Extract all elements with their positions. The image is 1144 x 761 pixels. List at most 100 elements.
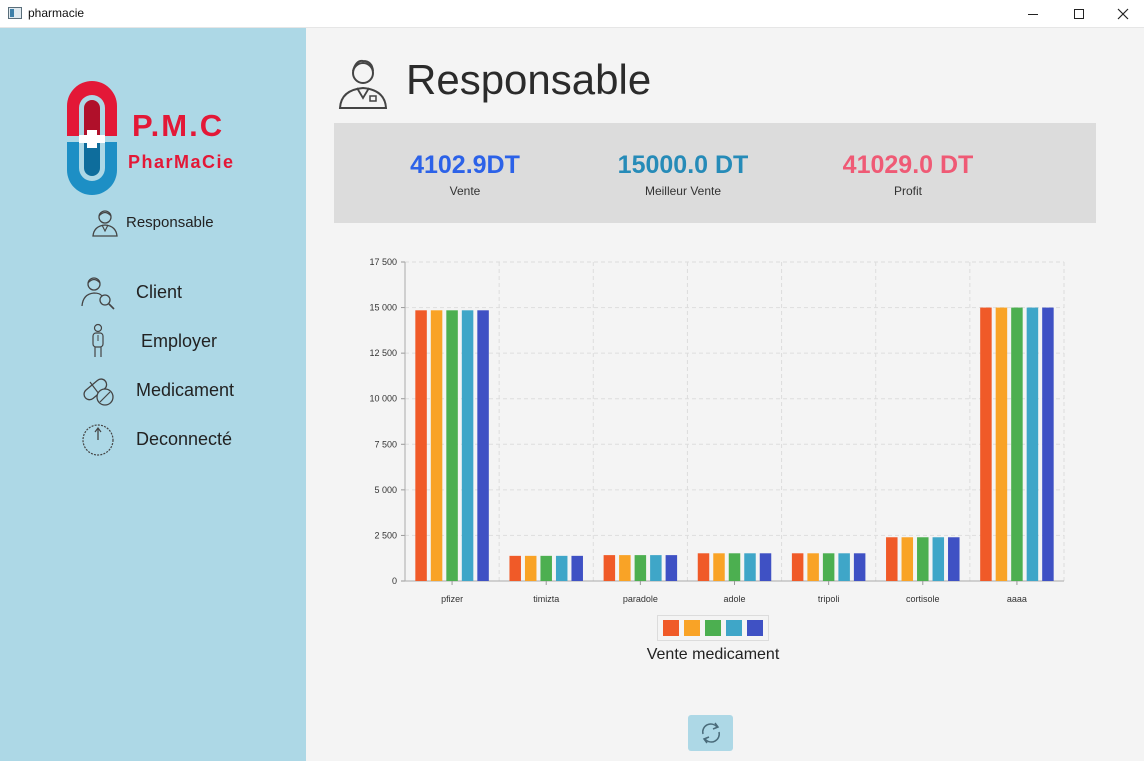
bar: [619, 555, 631, 581]
y-tick-label: 5 000: [374, 485, 397, 495]
y-tick-label: 2 500: [374, 530, 397, 540]
stat-profit: 41029.0 DT Profit: [808, 151, 1008, 198]
bar: [430, 310, 443, 581]
window-titlebar: pharmacie: [0, 0, 1144, 28]
chart-title: Vente medicament: [646, 646, 780, 663]
page-title: Responsable: [406, 56, 652, 103]
stat-meilleur-vente-value: 15000.0 DT: [617, 151, 749, 179]
bar: [838, 553, 850, 581]
minimize-icon: [1028, 13, 1038, 15]
y-tick-label: 0: [392, 576, 397, 586]
sidebar-item-deconnecte[interactable]: Deconnecté: [78, 419, 278, 459]
x-tick-label: paradole: [623, 594, 658, 604]
chart-legend: [657, 615, 769, 641]
bar: [1026, 307, 1039, 581]
stat-meilleur-vente-label: Meilleur Vente: [644, 184, 722, 198]
pill-icon: [83, 378, 114, 406]
x-tick-label: tripoli: [818, 594, 840, 604]
stat-vente-label: Vente: [449, 184, 481, 198]
sidebar-item-client[interactable]: Client: [78, 272, 278, 312]
bar: [901, 537, 914, 581]
bar: [603, 555, 616, 581]
refresh-button[interactable]: [688, 715, 733, 751]
bar: [807, 553, 819, 581]
x-tick-label: pfizer: [441, 594, 463, 604]
user-icon: [338, 59, 388, 109]
bar: [1011, 307, 1023, 581]
bar: [571, 555, 583, 581]
sidebar: P.M.C PharMaCie Responsable Client Emplo…: [0, 28, 306, 761]
bar: [524, 555, 537, 581]
employee-icon: [92, 323, 104, 357]
y-tick-label: 7 500: [374, 439, 397, 449]
x-tick-label: adole: [723, 594, 745, 604]
sidebar-item-employer[interactable]: Employer: [78, 321, 278, 361]
legend-swatch: [726, 620, 742, 636]
bar: [713, 553, 725, 581]
bar: [886, 537, 898, 581]
legend-swatch: [663, 620, 679, 636]
bar: [697, 553, 710, 581]
pmc-logo: P.M.C PharMaCie: [62, 78, 252, 198]
pharmacy-cross-logo-icon: [67, 81, 117, 195]
bar: [822, 553, 835, 581]
logo-subtitle: PharMaCie: [128, 152, 235, 172]
bar: [634, 555, 647, 581]
sales-bar-chart: 0 2 500 5 000 7 500 10 000 12 500 15 000 17 500…: [369, 257, 1065, 604]
maximize-icon: [1074, 9, 1084, 19]
client-search-icon: [81, 277, 115, 310]
bar: [759, 553, 772, 581]
close-icon: [1117, 8, 1129, 20]
bar: [1042, 307, 1054, 581]
stat-profit-value: 41029.0 DT: [842, 151, 974, 179]
bar: [540, 555, 552, 581]
bar: [650, 555, 662, 581]
stat-vente-value: 4102.9DT: [410, 151, 520, 179]
sidebar-item-deconnecte-label: Deconnecté: [136, 428, 233, 449]
bar: [917, 537, 929, 581]
bar: [948, 537, 960, 581]
sidebar-item-medicament-label: Medicament: [136, 379, 235, 400]
sidebar-item-employer-label: Employer: [141, 330, 218, 351]
logo-title: P.M.C: [132, 108, 225, 143]
stat-profit-label: Profit: [893, 184, 922, 198]
sidebar-role: Responsable: [90, 206, 214, 238]
bar: [461, 310, 474, 581]
bar: [744, 553, 756, 581]
y-tick-label: 12 500: [369, 348, 397, 358]
bar: [555, 555, 568, 581]
bar: [791, 553, 804, 581]
minimize-button[interactable]: [1010, 0, 1056, 28]
bar: [853, 553, 866, 581]
bar: [728, 553, 741, 581]
window-title: pharmacie: [28, 6, 85, 20]
x-tick-label: timizta: [533, 594, 559, 604]
stat-meilleur-vente: 15000.0 DT Meilleur Vente: [583, 151, 783, 198]
power-icon: [82, 424, 114, 456]
y-tick-label: 15 000: [369, 303, 397, 313]
bar: [665, 555, 678, 581]
sidebar-role-label: Responsable: [126, 213, 214, 231]
bar: [995, 307, 1008, 581]
y-tick-label: 10 000: [369, 394, 397, 404]
bar: [932, 537, 945, 581]
bar: [446, 310, 458, 581]
x-tick-label: aaaa: [1007, 594, 1027, 604]
bar: [415, 310, 427, 581]
close-button[interactable]: [1100, 0, 1144, 28]
refresh-icon: [701, 722, 720, 744]
sidebar-item-medicament[interactable]: Medicament: [78, 370, 278, 410]
bar: [980, 307, 992, 581]
y-tick-label: 17 500: [369, 257, 397, 267]
x-tick-label: cortisole: [906, 594, 940, 604]
legend-swatch: [705, 620, 721, 636]
bar: [509, 555, 521, 581]
maximize-button[interactable]: [1056, 0, 1102, 28]
user-icon: [92, 210, 118, 237]
app-icon: [8, 7, 22, 19]
sidebar-item-client-label: Client: [136, 281, 183, 302]
legend-swatch: [684, 620, 700, 636]
stat-vente: 4102.9DT Vente: [365, 151, 565, 198]
stats-panel: 4102.9DT Vente 15000.0 DT Meilleur Vente…: [334, 123, 1096, 223]
legend-swatch: [747, 620, 763, 636]
